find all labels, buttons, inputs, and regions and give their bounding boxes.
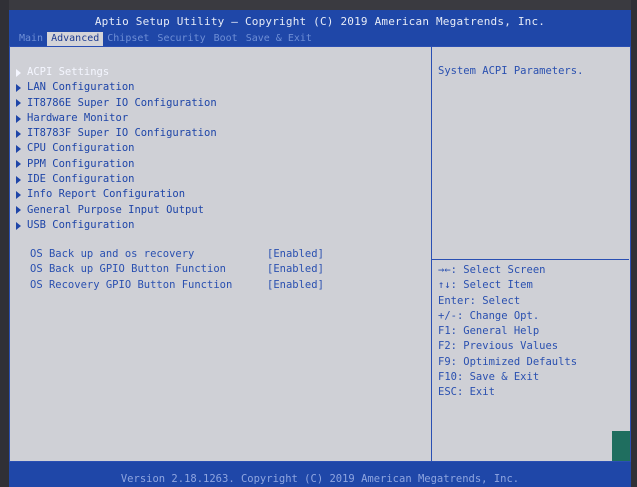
- menu-item-label: IT8783F Super IO Configuration: [27, 127, 217, 140]
- menu-item-ide-configuration[interactable]: IDE Configuration: [16, 172, 217, 187]
- menu-item-label: ACPI Settings: [27, 66, 110, 78]
- key-hint-optimized-defaults: F9: Optimized Defaults: [438, 355, 578, 368]
- monitor-bezel-top: [0, 0, 637, 10]
- menu-item-label: General Purpose Input Output: [27, 203, 205, 216]
- menu-item-lan-configuration[interactable]: LAN Configuration: [16, 80, 217, 95]
- submenu-arrow-icon: [16, 145, 21, 154]
- menu-item-info-report[interactable]: Info Report Configuration: [16, 187, 217, 202]
- tab-security[interactable]: Security: [153, 32, 209, 46]
- help-description: System ACPI Parameters.: [438, 65, 584, 77]
- option-value[interactable]: [Enabled]: [267, 247, 324, 262]
- tab-chipset[interactable]: Chipset: [103, 32, 153, 46]
- menu-item-cpu-configuration[interactable]: CPU Configuration: [16, 141, 217, 156]
- menu-item-label: IDE Configuration: [27, 173, 135, 186]
- option-label: OS Back up GPIO Button Function: [30, 263, 226, 276]
- menu-item-label: PPM Configuration: [27, 157, 135, 170]
- key-hint-esc-exit: ESC: Exit: [438, 386, 495, 399]
- tab-boot[interactable]: Boot: [210, 32, 242, 46]
- option-label: OS Recovery GPIO Button Function: [30, 278, 233, 291]
- menu-item-label: CPU Configuration: [27, 142, 135, 155]
- option-os-recovery-gpio[interactable]: OS Recovery GPIO Button Function [Enable…: [30, 278, 324, 293]
- key-hint-previous-values: F2: Previous Values: [438, 340, 559, 353]
- help-divider: [432, 259, 629, 260]
- key-hint-select-screen: →←: Select Screen: [438, 264, 546, 276]
- version-text: Version 2.18.1263. Copyright (C) 2019 Am…: [120, 473, 520, 485]
- tab-advanced[interactable]: Advanced: [47, 32, 104, 46]
- key-legend: →←: Select Screen ↑↓: Select Item Enter:…: [438, 263, 577, 401]
- menu-item-hardware-monitor[interactable]: Hardware Monitor: [16, 111, 217, 126]
- option-value[interactable]: [Enabled]: [267, 278, 324, 293]
- bios-footer: Version 2.18.1263. Copyright (C) 2019 Am…: [9, 462, 631, 487]
- monitor-bezel-left: [0, 0, 9, 487]
- utility-title: Aptio Setup Utility – Copyright (C) 2019…: [94, 15, 546, 28]
- menu-item-label: USB Configuration: [27, 218, 135, 231]
- menu-item-acpi-settings[interactable]: ACPI Settings: [16, 65, 217, 80]
- tab-main[interactable]: Main: [15, 32, 47, 46]
- bios-header: Aptio Setup Utility – Copyright (C) 2019…: [9, 10, 631, 46]
- monitor-bezel-right: [631, 0, 637, 487]
- panel-divider: [431, 47, 432, 461]
- menu-item-usb-configuration[interactable]: USB Configuration: [16, 218, 217, 233]
- submenu-arrow-icon: [16, 160, 21, 169]
- menu-item-label: LAN Configuration: [27, 81, 135, 94]
- tab-save-exit[interactable]: Save & Exit: [242, 32, 316, 46]
- scroll-indicator: [612, 431, 630, 461]
- submenu-arrow-icon: [16, 83, 21, 92]
- submenu-arrow-icon: [16, 175, 21, 184]
- submenu-arrow-icon: [16, 206, 21, 215]
- advanced-menu: ACPI Settings LAN Configuration IT8786E …: [16, 65, 217, 233]
- menu-item-label: IT8786E Super IO Configuration: [27, 96, 217, 109]
- key-hint-select-item: ↑↓: Select Item: [438, 279, 533, 292]
- submenu-arrow-icon: [16, 221, 21, 230]
- submenu-arrow-icon: [16, 68, 21, 77]
- key-hint-general-help: F1: General Help: [438, 325, 540, 338]
- option-label: OS Back up and os recovery: [30, 248, 195, 260]
- submenu-arrow-icon: [16, 114, 21, 123]
- submenu-arrow-icon: [16, 191, 21, 200]
- menu-item-gpio[interactable]: General Purpose Input Output: [16, 203, 217, 218]
- option-os-backup-gpio[interactable]: OS Back up GPIO Button Function [Enabled…: [30, 262, 324, 277]
- menu-item-label: Hardware Monitor: [27, 111, 129, 124]
- option-value[interactable]: [Enabled]: [267, 262, 324, 277]
- bios-screen: Aptio Setup Utility – Copyright (C) 2019…: [0, 0, 637, 487]
- submenu-arrow-icon: [16, 129, 21, 138]
- menu-item-ppm-configuration[interactable]: PPM Configuration: [16, 157, 217, 172]
- submenu-arrow-icon: [16, 99, 21, 108]
- menu-item-label: Info Report Configuration: [27, 188, 186, 201]
- menu-item-it8783f-super-io[interactable]: IT8783F Super IO Configuration: [16, 126, 217, 141]
- key-hint-save-exit: F10: Save & Exit: [438, 371, 540, 384]
- option-os-backup-recovery[interactable]: OS Back up and os recovery [Enabled]: [30, 247, 324, 262]
- key-hint-change-opt: +/-: Change Opt.: [438, 309, 540, 322]
- tab-bar: Main Advanced Chipset Security Boot Save…: [15, 32, 316, 46]
- key-hint-enter: Enter: Select: [438, 294, 521, 307]
- menu-item-it8786e-super-io[interactable]: IT8786E Super IO Configuration: [16, 96, 217, 111]
- main-panel: ACPI Settings LAN Configuration IT8786E …: [9, 46, 631, 462]
- option-list: OS Back up and os recovery [Enabled] OS …: [30, 247, 324, 293]
